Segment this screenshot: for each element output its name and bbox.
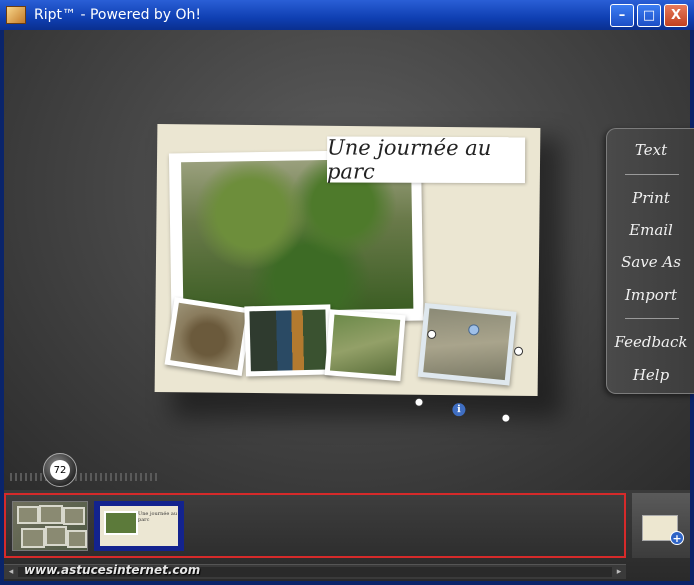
watermark: www.astucesinternet.com	[24, 563, 201, 577]
resize-handle[interactable]	[514, 346, 524, 356]
scroll-left-icon[interactable]: ◂	[4, 565, 18, 579]
title-text-box[interactable]: Une journée au parc	[326, 135, 526, 184]
resize-handle[interactable]	[414, 397, 424, 407]
scroll-right-icon[interactable]: ▸	[612, 565, 626, 579]
photo-bird-image	[249, 309, 327, 372]
side-menu: Text Print Email Save As Import Feedback…	[606, 128, 694, 394]
title-bar[interactable]: Ript™ - Powered by Oh! – □ X	[0, 0, 694, 30]
photo-tortoise[interactable]	[164, 297, 252, 376]
scrapbook-page[interactable]: Une journée au parc i	[154, 124, 541, 423]
window-title: Ript™ - Powered by Oh!	[34, 7, 202, 23]
zoom-slider-knob[interactable]: 72	[43, 453, 77, 487]
app-window: Ript™ - Powered by Oh! – □ X Une journée…	[0, 0, 694, 585]
photo-tortoise-image	[170, 302, 247, 371]
window-controls: – □ X	[610, 4, 688, 27]
menu-email[interactable]: Email	[607, 221, 694, 239]
editor-canvas[interactable]: Une journée au parc i Text Print Email S…	[4, 30, 694, 490]
menu-divider	[625, 318, 679, 319]
zoom-slider-track[interactable]	[10, 466, 160, 481]
photo-garden-image	[329, 314, 401, 376]
menu-print[interactable]: Print	[607, 189, 694, 207]
resize-handle[interactable]	[427, 329, 437, 339]
photo-selected-image	[423, 308, 512, 381]
menu-feedback[interactable]: Feedback	[607, 333, 694, 351]
resize-handle[interactable]	[501, 413, 511, 423]
photo-selected[interactable]	[417, 302, 517, 386]
mini-title: Une journée au parc	[138, 511, 178, 523]
app-icon	[6, 6, 26, 24]
photo-garden[interactable]	[324, 309, 406, 382]
menu-help[interactable]: Help	[607, 366, 694, 384]
page-thumbnail-2-content: Une journée au parc	[100, 506, 178, 546]
minimize-button[interactable]: –	[610, 4, 634, 27]
pages-panel[interactable]: Une journée au parc	[4, 493, 626, 558]
page-thumbnail-1[interactable]	[12, 501, 88, 551]
close-button[interactable]: X	[664, 4, 688, 27]
zoom-value: 72	[50, 460, 70, 480]
menu-import[interactable]: Import	[607, 286, 694, 304]
maximize-button[interactable]: □	[637, 4, 661, 27]
card-title: Une journée au parc	[326, 135, 492, 184]
menu-save-as[interactable]: Save As	[607, 253, 694, 271]
mini-photo	[104, 511, 138, 535]
menu-text[interactable]: Text	[607, 141, 694, 159]
info-icon[interactable]: i	[452, 403, 466, 417]
add-page-icon: +	[670, 531, 684, 545]
photo-bird[interactable]	[244, 304, 332, 377]
add-page-button[interactable]: +	[632, 493, 690, 558]
menu-divider	[625, 174, 679, 175]
rotate-handle[interactable]	[468, 324, 480, 336]
page-thumbnail-2-selected[interactable]: Une journée au parc	[94, 501, 184, 551]
